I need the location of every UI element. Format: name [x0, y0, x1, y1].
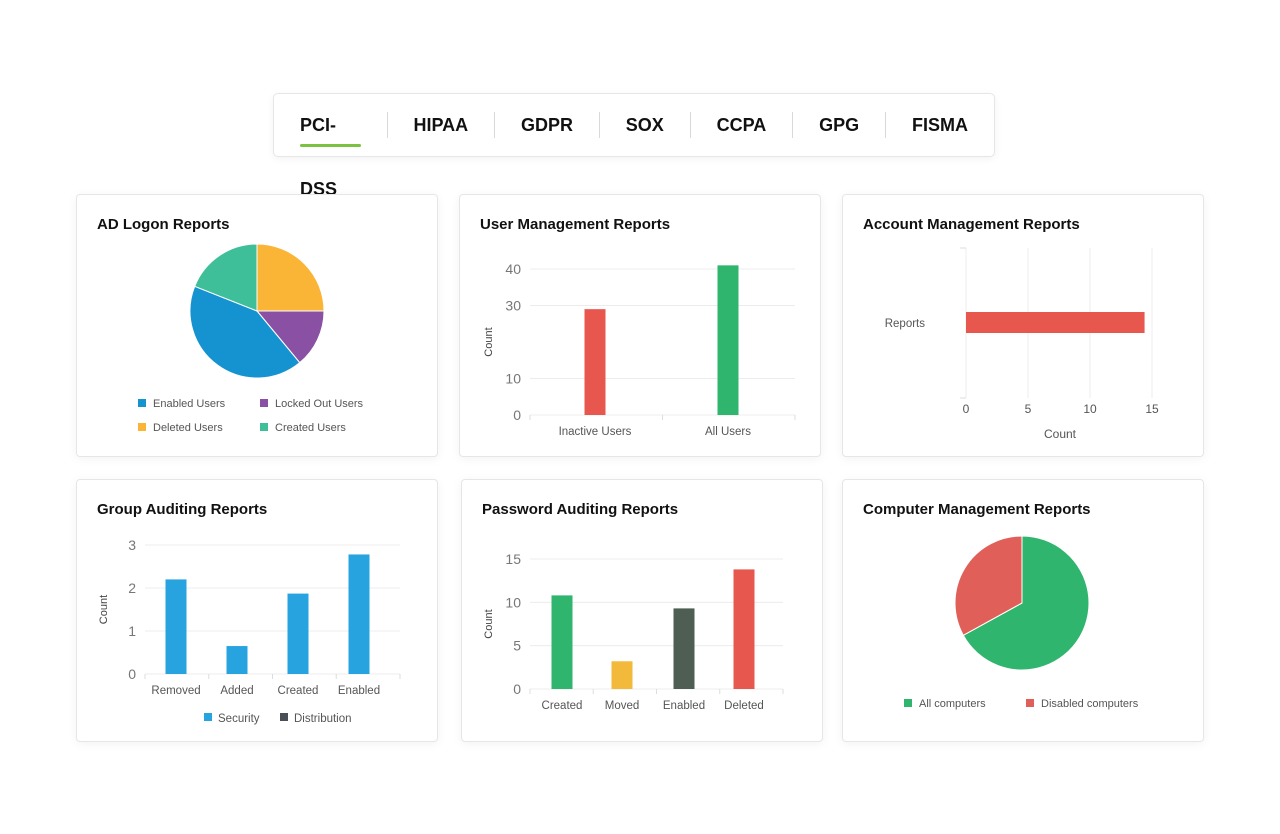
legend-swatch — [138, 423, 146, 431]
bar — [611, 661, 633, 689]
legend-label: Security — [218, 713, 260, 725]
x-tick-label: Inactive Users — [559, 426, 632, 438]
x-tick-label: Moved — [605, 700, 640, 712]
legend-swatch — [138, 399, 146, 407]
legend-swatch — [204, 713, 212, 721]
y-tick-label: 2 — [128, 580, 136, 596]
charts-layer: Enabled Users Locked Out Users Deleted Use… — [98, 243, 1159, 725]
y-tick-label: 5 — [513, 638, 521, 654]
legend-swatch — [260, 423, 268, 431]
legend-swatch — [904, 699, 912, 707]
x-tick-label: Created — [278, 685, 319, 697]
y-axis-label: Count — [98, 595, 110, 624]
bar — [733, 569, 755, 689]
x-tick-label: 5 — [1025, 402, 1032, 416]
y-tick-label: 0 — [513, 407, 521, 423]
legend-label: Created Users — [275, 422, 346, 434]
y-tick-label: 40 — [505, 261, 521, 277]
x-tick-label: 10 — [1083, 402, 1097, 416]
y-axis-label: Count — [483, 609, 495, 638]
y-tick-label: 10 — [505, 371, 521, 387]
x-tick-label: All Users — [705, 426, 751, 438]
bar — [584, 309, 606, 415]
bar — [226, 646, 248, 674]
x-tick-label: Deleted — [724, 700, 764, 712]
x-tick-label: Enabled — [338, 685, 380, 697]
x-tick-label: 15 — [1145, 402, 1159, 416]
y-tick-label: 10 — [505, 594, 521, 610]
legend-label: Disabled computers — [1041, 698, 1139, 710]
pie-slice — [256, 243, 325, 312]
bar — [551, 595, 573, 689]
legend-label: Deleted Users — [153, 422, 223, 434]
legend-label: All computers — [919, 698, 986, 710]
y-tick-label: 30 — [505, 298, 521, 314]
legend-swatch — [260, 399, 268, 407]
bar — [717, 265, 739, 415]
y-axis-label: Count — [483, 327, 495, 356]
bar — [673, 608, 695, 689]
bar — [287, 593, 309, 674]
y-tick-label: 3 — [128, 537, 136, 553]
bar — [966, 312, 1145, 333]
x-tick-label: Removed — [151, 685, 200, 697]
x-tick-label: Added — [220, 685, 253, 697]
bar — [165, 579, 187, 674]
x-tick-label: Created — [542, 700, 583, 712]
x-axis-label: Count — [1044, 427, 1077, 441]
legend-label: Enabled Users — [153, 398, 226, 410]
y-tick-label: 0 — [513, 681, 521, 697]
x-tick-label: 0 — [963, 402, 970, 416]
y-tick-label: 1 — [128, 623, 136, 639]
legend-label: Distribution — [294, 713, 352, 725]
legend-swatch — [1026, 699, 1034, 707]
legend-swatch — [280, 713, 288, 721]
bar — [348, 554, 370, 674]
x-tick-label: Enabled — [663, 700, 705, 712]
y-tick-label: Reports — [885, 318, 926, 330]
y-tick-label: 15 — [505, 551, 521, 567]
y-tick-label: 0 — [128, 666, 136, 682]
legend-label: Locked Out Users — [275, 398, 364, 410]
